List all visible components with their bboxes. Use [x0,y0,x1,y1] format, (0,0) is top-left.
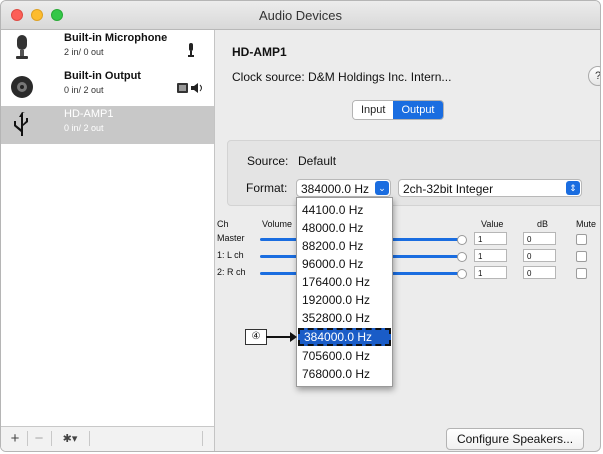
mute-checkbox[interactable] [576,251,587,262]
clock-source: Clock source: D&M Holdings Inc. Intern..… [232,70,452,84]
mute-checkbox[interactable] [576,268,587,279]
mute-checkbox[interactable] [576,234,587,245]
menu-item-rate[interactable]: 192000.0 Hz [298,291,391,309]
chevron-down-icon: ⌄ [375,181,389,195]
tab-output[interactable]: Output [393,101,443,119]
value-field[interactable]: 1 [474,232,507,245]
column-header-volume: Volume [262,219,293,229]
device-io: 0 in/ 2 out [64,85,104,95]
menu-item-rate[interactable]: 48000.0 Hz [298,219,391,237]
input-badge-icon [188,43,194,57]
footer-divider [89,431,90,446]
bit-depth-value: 2ch-32bit Integer [403,182,494,196]
device-list: Built-in Microphone 2 in/ 0 out Built-in… [1,30,215,451]
sample-rate-popup[interactable]: 384000.0 Hz ⌄ [296,179,391,197]
resize-handle[interactable] [202,431,203,446]
title-bar: Audio Devices [1,1,600,30]
device-io: 0 in/ 2 out [64,123,104,133]
device-item-builtin-output[interactable]: Built-in Output 0 in/ 2 out [1,68,214,106]
channel-label: Master [217,233,245,243]
add-device-button[interactable]: + [7,431,23,447]
speaker-icon [11,76,33,98]
value-field[interactable]: 1 [474,249,507,262]
gear-menu-button[interactable]: ✱▾ [55,431,85,447]
footer-divider [27,431,28,446]
volume-slider-knob[interactable] [457,252,467,262]
menu-item-rate-selected[interactable]: 384000.0 Hz [298,328,391,346]
device-item-microphone[interactable]: Built-in Microphone 2 in/ 0 out [1,30,214,68]
device-name: HD-AMP1 [64,108,114,120]
db-field[interactable]: 0 [523,249,556,262]
channel-label: 2: R ch [217,267,246,277]
bit-depth-popup[interactable]: 2ch-32bit Integer ⇕ [398,179,582,197]
column-header-mute: Mute [576,219,597,229]
io-tabs: Input Output [352,100,444,120]
menu-item-rate[interactable]: 352800.0 Hz [298,309,391,327]
window-title: Audio Devices [258,8,343,23]
remove-device-button[interactable]: − [31,431,47,447]
device-io: 2 in/ 0 out [64,47,104,57]
db-field[interactable]: 0 [523,266,556,279]
menu-item-rate[interactable]: 705600.0 Hz [298,347,391,365]
column-header-ch: Ch [217,219,229,229]
menu-item-rate[interactable]: 176400.0 Hz [298,273,391,291]
usb-icon [14,112,28,136]
configure-speakers-button[interactable]: Configure Speakers... [446,428,584,450]
step-callout: ④ [245,329,267,345]
menu-item-rate[interactable]: 96000.0 Hz [298,255,391,273]
device-detail-pane: HD-AMP1 Clock source: D&M Holdings Inc. … [215,30,600,451]
volume-slider-knob[interactable] [457,235,467,245]
help-button[interactable]: ? [588,66,600,86]
updown-arrows-icon: ⇕ [566,181,580,195]
device-title: HD-AMP1 [232,45,287,59]
menu-item-rate[interactable]: 44100.0 Hz [298,201,391,219]
arrow-right-icon [290,332,297,342]
sample-rate-menu: 44100.0 Hz 48000.0 Hz 88200.0 Hz 96000.0… [296,197,393,387]
sidebar-footer: + − ✱▾ [1,426,214,451]
column-header-value: Value [481,219,504,229]
sample-rate-value: 384000.0 Hz [301,182,370,196]
column-header-db: dB [537,219,549,229]
source-value: Default [298,154,337,168]
source-label: Source: [247,154,289,168]
audio-devices-window: Audio Devices Built-in Microphone 2 in/ … [0,0,601,452]
menu-item-rate[interactable]: 88200.0 Hz [298,237,391,255]
format-label: Format: [246,181,288,195]
tab-input[interactable]: Input [353,101,394,119]
microphone-icon [16,35,28,59]
footer-divider [51,431,52,446]
menu-item-rate[interactable]: 768000.0 Hz [298,365,391,383]
device-name: Built-in Output [64,70,141,82]
value-field[interactable]: 1 [474,266,507,279]
db-field[interactable]: 0 [523,232,556,245]
volume-slider-knob[interactable] [457,269,467,279]
device-item-hd-amp1[interactable]: HD-AMP1 0 in/ 2 out [1,106,214,144]
output-badge-icon [177,83,202,93]
channel-label: 1: L ch [217,250,244,260]
device-name: Built-in Microphone [64,32,168,44]
